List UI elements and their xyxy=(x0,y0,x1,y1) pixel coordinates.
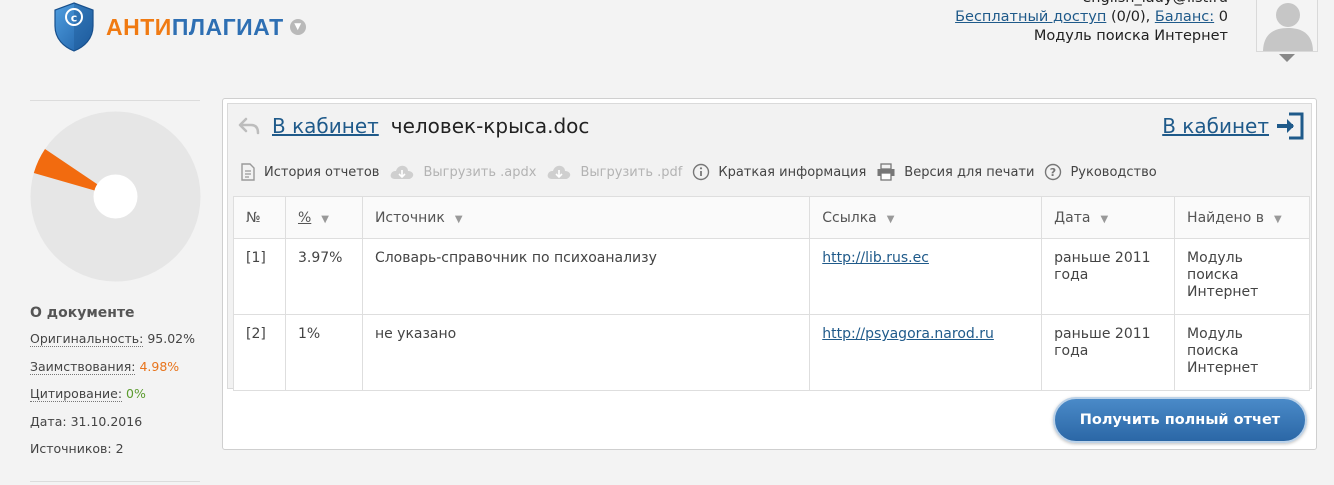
originality-row: Оригинальность: 95.02% xyxy=(30,331,205,359)
sort-icon[interactable]: ▼ xyxy=(887,214,895,225)
row-link-cell: http://lib.rus.ec xyxy=(809,238,1043,315)
borrowing-label[interactable]: Заимствования: xyxy=(30,358,136,375)
pie-center-hole xyxy=(93,174,138,219)
col-num: № xyxy=(233,196,286,239)
guide-button[interactable]: ? Руководство xyxy=(1044,163,1157,181)
sort-icon[interactable]: ▼ xyxy=(455,214,463,225)
access-balance-line: Бесплатный доступ (0/0), Баланс: 0 xyxy=(955,8,1228,27)
history-button[interactable]: История отчетов xyxy=(240,163,379,181)
info-icon xyxy=(693,163,710,181)
export-pdf-label: Выгрузить .pdf xyxy=(580,164,683,180)
originality-value: 95.02% xyxy=(147,331,195,346)
sort-icon[interactable]: ▼ xyxy=(1274,214,1282,225)
user-placeholder-icon xyxy=(1257,0,1317,51)
avatar[interactable] xyxy=(1256,0,1318,52)
history-label: История отчетов xyxy=(264,164,380,180)
row-found-in: Модуль поиска Интернет xyxy=(1174,238,1310,315)
originality-label[interactable]: Оригинальность: xyxy=(30,331,144,347)
row-link[interactable]: http://psyagora.narod.ru xyxy=(822,326,994,342)
col-percent[interactable]: % ▼ xyxy=(284,196,363,239)
sources-count-value: 2 xyxy=(115,441,124,456)
row-found-in: Модуль поиска Интернет xyxy=(1174,314,1310,391)
row-num: [2] xyxy=(233,314,286,391)
report-toolbar: История отчетов Выгрузить .apdx Выгрузит… xyxy=(240,160,1167,184)
user-info: english_lady@list.ru Бесплатный доступ (… xyxy=(955,0,1228,46)
col-source[interactable]: Источник ▼ xyxy=(361,196,811,239)
search-module: Модуль поиска Интернет xyxy=(1033,28,1228,44)
document-info-title: О документе xyxy=(30,305,135,321)
brief-info-label: Краткая информация xyxy=(718,164,867,180)
shield-logo-icon: c xyxy=(54,2,94,52)
report-panel: В кабинет человек-крыса.doc В кабинет Ис… xyxy=(222,98,1317,450)
print-version-label: Версия для печати xyxy=(904,164,1035,180)
export-pdf-button[interactable]: Выгрузить .pdf xyxy=(546,163,682,181)
logo-text: АНТИПЛАГИАТ xyxy=(106,13,284,40)
svg-text:c: c xyxy=(71,12,78,25)
sign-in-icon[interactable] xyxy=(1275,111,1305,141)
cloud-download-icon xyxy=(548,165,571,179)
sources-table: № % ▼ Источник ▼ Ссылка ▼ Дата ▼ Найдено в ▼ … xyxy=(233,196,1310,391)
sidebar-divider-bottom xyxy=(30,481,200,482)
user-email: english_lady@list.ru xyxy=(955,0,1228,8)
borrowing-row: Заимствования: 4.98% xyxy=(30,358,205,387)
col-link[interactable]: Ссылка ▼ xyxy=(809,196,1043,239)
brief-info-button[interactable]: Краткая информация xyxy=(692,163,866,181)
row-source[interactable]: Словарь-справочник по психоанализу xyxy=(361,238,811,315)
balance-value: 0 xyxy=(1214,9,1228,25)
free-access-link[interactable]: Бесплатный доступ xyxy=(955,9,1106,25)
row-link-cell: http://psyagora.narod.ru xyxy=(809,314,1043,391)
svg-text:?: ? xyxy=(1050,166,1056,179)
guide-label: Руководство xyxy=(1070,164,1157,180)
print-version-button[interactable]: Версия для печати xyxy=(876,163,1034,181)
originality-pie-chart xyxy=(30,111,201,282)
date-row: Дата: 31.10.2016 xyxy=(30,414,205,442)
back-arrow-icon[interactable] xyxy=(236,113,262,139)
export-apdx-button[interactable]: Выгрузить .apdx xyxy=(389,163,536,181)
row-source[interactable]: не указано xyxy=(361,314,811,391)
cabinet-link-right-group[interactable]: В кабинет xyxy=(1162,111,1305,141)
chevron-down-icon[interactable]: ▼ xyxy=(289,19,306,35)
sources-count-row: Источников: 2 xyxy=(30,441,205,469)
export-apdx-label: Выгрузить .apdx xyxy=(423,164,537,180)
date-label: Дата: xyxy=(30,413,67,429)
col-found-in[interactable]: Найдено в ▼ xyxy=(1174,196,1310,239)
sidebar-divider xyxy=(30,100,200,101)
row-date: раньше 2011 года xyxy=(1041,314,1176,391)
table-header-row: № % ▼ Источник ▼ Ссылка ▼ Дата ▼ Найдено в ▼ xyxy=(233,196,1310,239)
table-row[interactable]: [2] 1% не указано http://psyagora.narod.… xyxy=(233,314,1310,391)
col-date[interactable]: Дата ▼ xyxy=(1041,196,1176,239)
cloud-download-icon xyxy=(391,165,414,179)
citation-label[interactable]: Цитирование: xyxy=(30,386,123,402)
date-value: 31.10.2016 xyxy=(70,413,143,429)
borrowing-value: 4.98% xyxy=(139,358,180,374)
free-access-count: (0/0), xyxy=(1106,9,1155,25)
document-icon xyxy=(241,163,255,181)
back-to-cabinet-link[interactable]: В кабинет xyxy=(272,114,379,138)
row-percent: 1% xyxy=(284,314,363,391)
printer-icon xyxy=(877,163,895,181)
report-titlebar: В кабинет человек-крыса.doc В кабинет xyxy=(236,110,1305,142)
row-percent: 3.97% xyxy=(284,238,363,315)
report-panel-inner: В кабинет человек-крыса.doc В кабинет Ис… xyxy=(227,103,1312,391)
logo[interactable]: c АНТИПЛАГИАТ ▼ xyxy=(52,0,306,54)
citation-value: 0% xyxy=(126,386,146,401)
balance-link[interactable]: Баланс: xyxy=(1155,9,1214,25)
sources-count-label: Источников: xyxy=(30,441,112,456)
help-icon: ? xyxy=(1045,163,1062,181)
document-name: человек-крыса.doc xyxy=(390,114,590,138)
table-row[interactable]: [1] 3.97% Словарь-справочник по психоана… xyxy=(233,238,1310,315)
row-num: [1] xyxy=(233,238,286,315)
sort-desc-icon[interactable]: ▼ xyxy=(321,214,329,225)
sort-icon[interactable]: ▼ xyxy=(1100,214,1108,225)
citation-row: Цитирование: 0% xyxy=(30,386,205,414)
row-date: раньше 2011 года xyxy=(1041,238,1176,315)
document-info: О документе Оригинальность: 95.02% Заимс… xyxy=(30,305,205,469)
avatar-dropdown-icon[interactable] xyxy=(1279,54,1295,62)
get-full-report-button[interactable]: Получить полный отчет xyxy=(1053,397,1307,443)
row-link[interactable]: http://lib.rus.ec xyxy=(822,250,929,266)
cabinet-link-right[interactable]: В кабинет xyxy=(1162,114,1269,138)
